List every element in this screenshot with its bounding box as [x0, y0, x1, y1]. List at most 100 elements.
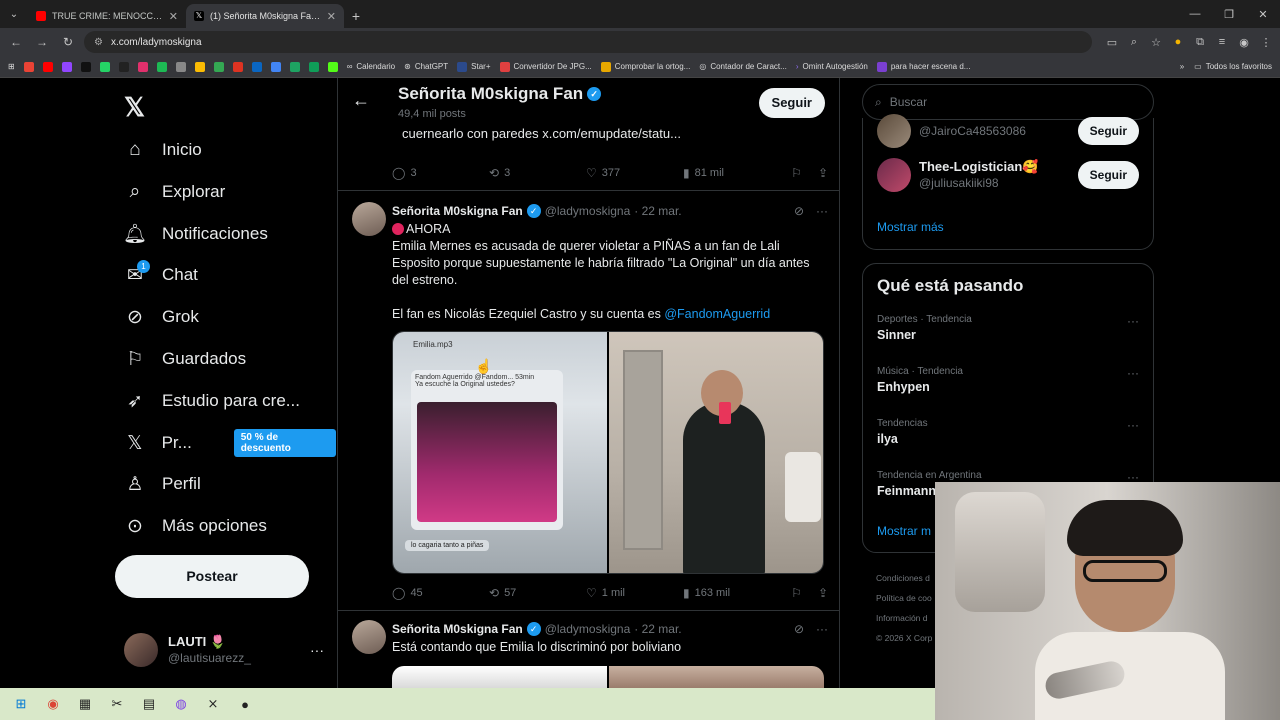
bookmark-escena[interactable]: para hacer escena d...	[876, 61, 970, 72]
like-button[interactable]: ♡ 377	[586, 166, 683, 180]
tab-search-icon[interactable]: ⌄	[0, 0, 28, 28]
bookmark-icon[interactable]: ⚐	[791, 166, 802, 180]
close-window-icon[interactable]: ✕	[1246, 8, 1280, 21]
bookmark-star-plus[interactable]: Star+	[457, 61, 491, 72]
tweet-date[interactable]: · 22 mar.	[634, 622, 681, 636]
profile-icon[interactable]: ◉	[1236, 36, 1252, 49]
restore-icon[interactable]: ❐	[1212, 8, 1246, 21]
bookmark-icon[interactable]: ⚐	[791, 586, 802, 600]
share-icon[interactable]: ⇪	[818, 166, 828, 180]
maps-icon[interactable]	[270, 61, 281, 72]
tweet-author-name[interactable]: Señorita M0skigna Fan	[392, 204, 523, 218]
more-icon[interactable]: ···	[1127, 314, 1139, 328]
follow-button[interactable]: Seguir	[758, 88, 825, 118]
show-more-link[interactable]: Mostrar más	[877, 220, 944, 234]
messenger-icon[interactable]: ◍	[172, 695, 190, 713]
tab-x-profile[interactable]: 𝕏 (1) Señorita M0skigna Fan (@la ✕	[186, 4, 344, 28]
minimize-icon[interactable]: —	[1178, 8, 1212, 20]
nav-chat[interactable]: ✉ 1 Chat	[124, 260, 198, 289]
apps-icon[interactable]: ⊞	[8, 62, 15, 71]
nav-guardados[interactable]: ⚐ Guardados	[124, 345, 246, 373]
footer-link[interactable]: Política de coo	[876, 588, 932, 608]
app-icon[interactable]: ▦	[76, 695, 94, 713]
footer-link[interactable]: Condiciones d	[876, 568, 932, 588]
star-icon[interactable]: ☆	[1148, 36, 1164, 49]
more-icon[interactable]: ···	[1127, 366, 1139, 380]
calculator-icon[interactable]: ▤	[140, 695, 158, 713]
tab-youtube[interactable]: TRUE CRIME: MENOCCHIO, EL ✕	[28, 4, 186, 28]
bookmark-ortografia[interactable]: Comprobar la ortog...	[600, 61, 690, 72]
tweet-avatar[interactable]	[352, 620, 386, 654]
trend-item[interactable]: Música · Tendencia Enhypen ···	[877, 366, 1139, 394]
instagram-icon[interactable]	[137, 61, 148, 72]
chrome-icon[interactable]: ◉	[44, 695, 62, 713]
follow-suggestion[interactable]: @JairoCa48563086 Seguir	[877, 114, 1139, 148]
repost-button[interactable]: ⟲ 3	[489, 166, 586, 180]
bookmark-omint[interactable]: › Omint Autogestión	[796, 62, 868, 71]
green-app-icon[interactable]	[289, 61, 300, 72]
close-icon[interactable]: ✕	[169, 10, 178, 23]
gmail-icon[interactable]	[23, 61, 34, 72]
back-icon[interactable]: ←	[6, 35, 26, 49]
tiktok-icon[interactable]	[118, 61, 129, 72]
new-tab-button[interactable]: +	[344, 4, 368, 28]
sheets-icon[interactable]	[308, 61, 319, 72]
more-icon[interactable]: ···	[1127, 418, 1139, 432]
nav-estudio[interactable]: ➶ Estudio para cre...	[124, 387, 300, 415]
site-info-icon[interactable]: ⚙	[94, 37, 103, 48]
share-icon[interactable]: ⇪	[818, 586, 828, 600]
footer-link[interactable]: Información d	[876, 608, 932, 628]
reply-button[interactable]: ◯ 45	[392, 586, 489, 600]
tweet-date[interactable]: · 22 mar.	[634, 204, 681, 218]
trends-show-more-link[interactable]: Mostrar m	[877, 524, 931, 538]
nav-grok[interactable]: ⊘ Grok	[124, 303, 199, 331]
extensions-icon[interactable]: ⧉	[1192, 36, 1208, 49]
pinterest-icon[interactable]	[232, 61, 243, 72]
twitch-icon[interactable]	[61, 61, 72, 72]
account-switcher[interactable]: LAUTI 🌷 @lautisuarezz_ ···	[124, 630, 324, 670]
linkedin-icon[interactable]	[251, 61, 262, 72]
bookmark-calendario[interactable]: ∞ Calendario	[347, 62, 395, 71]
forward-icon[interactable]: →	[32, 35, 52, 49]
menu-icon[interactable]: ⋮	[1258, 36, 1274, 49]
bookmark-chatgpt[interactable]: ⊛ ChatGPT	[404, 62, 448, 71]
follow-button[interactable]: Seguir	[1077, 117, 1139, 145]
back-arrow-icon[interactable]: ←	[352, 90, 370, 111]
nav-explorar[interactable]: ⌕ Explorar	[124, 178, 226, 206]
nav-premium[interactable]: 𝕏 Pr... 50 % de descuento	[124, 429, 336, 457]
x-logo-icon[interactable]: 𝕏	[124, 92, 145, 123]
nav-perfil[interactable]: ♙ Perfil	[124, 470, 200, 498]
like-button[interactable]: ♡ 1 mil	[586, 586, 683, 600]
more-dots-icon[interactable]: ···	[310, 642, 324, 658]
url-bar[interactable]: ⚙ x.com/ladymoskigna	[84, 31, 1092, 53]
snipping-icon[interactable]: ✂	[108, 695, 126, 713]
more-icon[interactable]: ···	[816, 204, 828, 218]
youtube-bookmark-icon[interactable]	[42, 61, 53, 72]
repost-button[interactable]: ⟲ 57	[489, 586, 586, 600]
zoom-icon[interactable]: ⌕	[1126, 36, 1142, 49]
kick-icon[interactable]	[327, 61, 338, 72]
media-icon[interactable]: ≡	[1214, 36, 1230, 49]
x-bookmark-icon[interactable]	[80, 61, 91, 72]
tweet-media-preview[interactable]	[392, 666, 824, 688]
nav-mas-opciones[interactable]: ⊙ Más opciones	[124, 512, 267, 540]
chrome-bookmark-icon[interactable]	[213, 61, 224, 72]
windows-start-icon[interactable]: ⊞	[12, 695, 30, 713]
nav-notificaciones[interactable]: 🔔︎ Notificaciones	[123, 220, 268, 248]
tweet-handle[interactable]: @ladymoskigna	[545, 622, 631, 636]
drive-icon[interactable]	[175, 61, 186, 72]
nav-inicio[interactable]: ⌂ Inicio	[124, 136, 201, 164]
follow-suggestion[interactable]: Thee-Logistician🥰 @juliusakiiki98 Seguir	[877, 158, 1139, 192]
more-bookmarks-icon[interactable]: »	[1180, 62, 1184, 71]
tweet-media[interactable]: Emilia.mp3 Fandom Aguerrido @Fandom... 5…	[392, 331, 824, 574]
tweet-avatar[interactable]	[352, 202, 386, 236]
media-image-photo[interactable]	[609, 332, 823, 573]
tweet-author-name[interactable]: Señorita M0skigna Fan	[392, 622, 523, 636]
reload-icon[interactable]: ↻	[58, 35, 78, 49]
all-bookmarks[interactable]: ▭ Todos los favoritos	[1194, 62, 1272, 71]
obs-icon[interactable]: ●	[236, 695, 254, 713]
whatsapp-icon[interactable]	[99, 61, 110, 72]
post-button[interactable]: Postear	[115, 555, 309, 598]
capcut-icon[interactable]: ⨯	[204, 695, 222, 713]
bookmark-convertidor[interactable]: Convertidor De JPG...	[499, 61, 592, 72]
